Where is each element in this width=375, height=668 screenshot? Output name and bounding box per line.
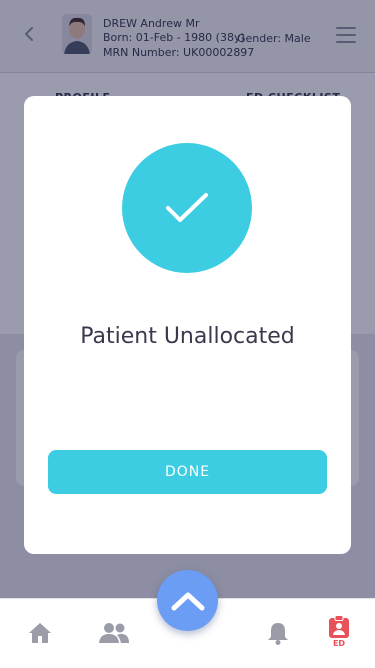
checkmark-icon (166, 193, 208, 222)
nav-ed-label: ED (332, 639, 346, 648)
nav-notifications[interactable] (262, 617, 294, 649)
nav-home[interactable] (24, 617, 56, 649)
expand-fab-button[interactable] (157, 570, 218, 631)
confirmation-dialog: Patient Unallocated DONE (24, 96, 351, 554)
home-icon (29, 623, 51, 643)
nav-patients[interactable] (98, 617, 130, 649)
ed-clipboard-icon (329, 615, 349, 638)
done-button[interactable]: DONE (48, 450, 327, 494)
dialog-title: Patient Unallocated (80, 324, 295, 349)
chevron-up-icon (171, 592, 204, 610)
success-badge (122, 143, 252, 273)
people-icon (99, 623, 129, 643)
bell-icon (268, 623, 288, 645)
